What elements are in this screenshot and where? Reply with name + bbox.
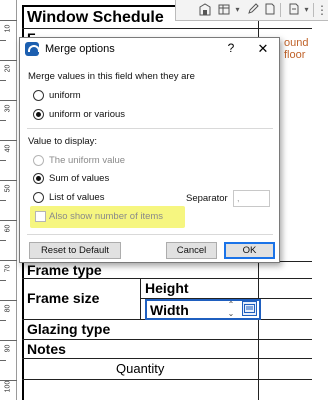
ruler-tick xyxy=(0,320,6,321)
ruler-number: 90 xyxy=(4,344,12,353)
separator-input[interactable]: , xyxy=(233,190,270,207)
show-number-checkbox[interactable] xyxy=(35,211,46,222)
radio-uniform-or-various-label[interactable]: uniform or various xyxy=(49,109,125,120)
ruler-tick xyxy=(0,200,6,201)
radio-uniform-or-various[interactable] xyxy=(33,109,44,120)
help-icon[interactable]: ? xyxy=(224,41,238,57)
table-line xyxy=(22,379,312,380)
schedule-icon[interactable] xyxy=(216,2,232,18)
ruler-tick xyxy=(0,160,6,161)
cancel-button[interactable]: Cancel xyxy=(166,242,217,259)
ruler-number: 60 xyxy=(4,224,12,233)
radio-uniform-value xyxy=(33,155,44,166)
field-options-button[interactable] xyxy=(242,301,257,316)
merge-options-dialog: Merge options ? ✕ Merge values in this f… xyxy=(19,37,280,263)
row-height: Height xyxy=(145,280,189,296)
table-line xyxy=(140,278,141,319)
ruler-tick xyxy=(0,240,6,241)
ruler-number: 10 xyxy=(4,24,12,33)
stepper-up-icon[interactable]: ⌃ xyxy=(226,300,236,309)
radio-uniform-value-label: The uniform value xyxy=(49,155,126,166)
schedule-title: Window Schedule xyxy=(27,9,164,26)
merge-prompt-label: Merge values in this field when they are xyxy=(28,71,195,82)
table-line xyxy=(22,28,312,29)
ruler-number: 30 xyxy=(4,104,12,113)
ruler-number: 50 xyxy=(4,184,12,193)
section-divider xyxy=(27,128,273,129)
radio-uniform[interactable] xyxy=(33,90,44,101)
row-frame-size: Frame size xyxy=(27,290,100,306)
toolbar-separator xyxy=(280,3,281,17)
ruler-number: 20 xyxy=(4,64,12,73)
row-frame-type: Frame type xyxy=(27,262,102,278)
close-icon[interactable]: ✕ xyxy=(256,41,270,57)
table-line xyxy=(22,278,312,279)
separator-label: Separator xyxy=(186,193,228,204)
dropdown-icon[interactable]: ▾ xyxy=(302,2,311,18)
ok-button[interactable]: OK xyxy=(224,242,275,259)
merge-options-icon xyxy=(244,304,255,313)
ruler-tick xyxy=(0,80,6,81)
building-icon[interactable] xyxy=(197,2,213,18)
radio-sum-of-values-label[interactable]: Sum of values xyxy=(49,173,109,184)
row-notes: Notes xyxy=(27,341,66,357)
ruler-number: 70 xyxy=(4,264,12,273)
radio-uniform-label[interactable]: uniform xyxy=(49,90,81,101)
ground-floor-label: ound floor xyxy=(284,37,309,61)
ruler-tick xyxy=(0,360,6,361)
dialog-titlebar[interactable]: Merge options ? ✕ xyxy=(20,38,279,60)
ruler-number: 100 xyxy=(4,380,12,393)
pen-icon[interactable] xyxy=(245,2,261,18)
ruler-number: 80 xyxy=(4,304,12,313)
archicad-app-icon xyxy=(25,42,40,56)
show-number-label[interactable]: Also show number of items xyxy=(49,211,163,222)
toolbar-separator xyxy=(313,3,314,17)
page-icon[interactable] xyxy=(262,2,278,18)
radio-list-of-values-label[interactable]: List of values xyxy=(49,192,104,203)
dropdown-icon[interactable]: ▾ xyxy=(233,2,242,18)
vertical-ruler: 10 20 30 40 50 60 70 80 90 100 xyxy=(0,0,17,400)
row-glazing-type: Glazing type xyxy=(27,321,111,337)
section-divider xyxy=(27,234,273,235)
ruler-number: 40 xyxy=(4,144,12,153)
width-stepper[interactable]: ⌃ ⌄ xyxy=(226,300,236,319)
width-field-text: Width xyxy=(150,302,189,318)
stepper-down-icon[interactable]: ⌄ xyxy=(226,309,236,318)
ruler-tick xyxy=(0,120,6,121)
document-icon[interactable] xyxy=(286,2,302,18)
row-quantity: Quantity xyxy=(116,361,165,376)
more-icon[interactable]: ⋮ xyxy=(316,2,328,18)
ruler-tick xyxy=(0,280,6,281)
table-line xyxy=(22,339,312,340)
dialog-title: Merge options xyxy=(45,43,115,55)
radio-list-of-values[interactable] xyxy=(33,192,44,203)
schedule-toolbar: ▾ ▾ ⋮ xyxy=(175,0,328,21)
value-to-display-label: Value to display: xyxy=(28,136,98,147)
reset-to-default-button[interactable]: Reset to Default xyxy=(29,242,121,259)
radio-sum-of-values[interactable] xyxy=(33,173,44,184)
ruler-tick xyxy=(0,40,6,41)
table-line xyxy=(22,358,312,359)
